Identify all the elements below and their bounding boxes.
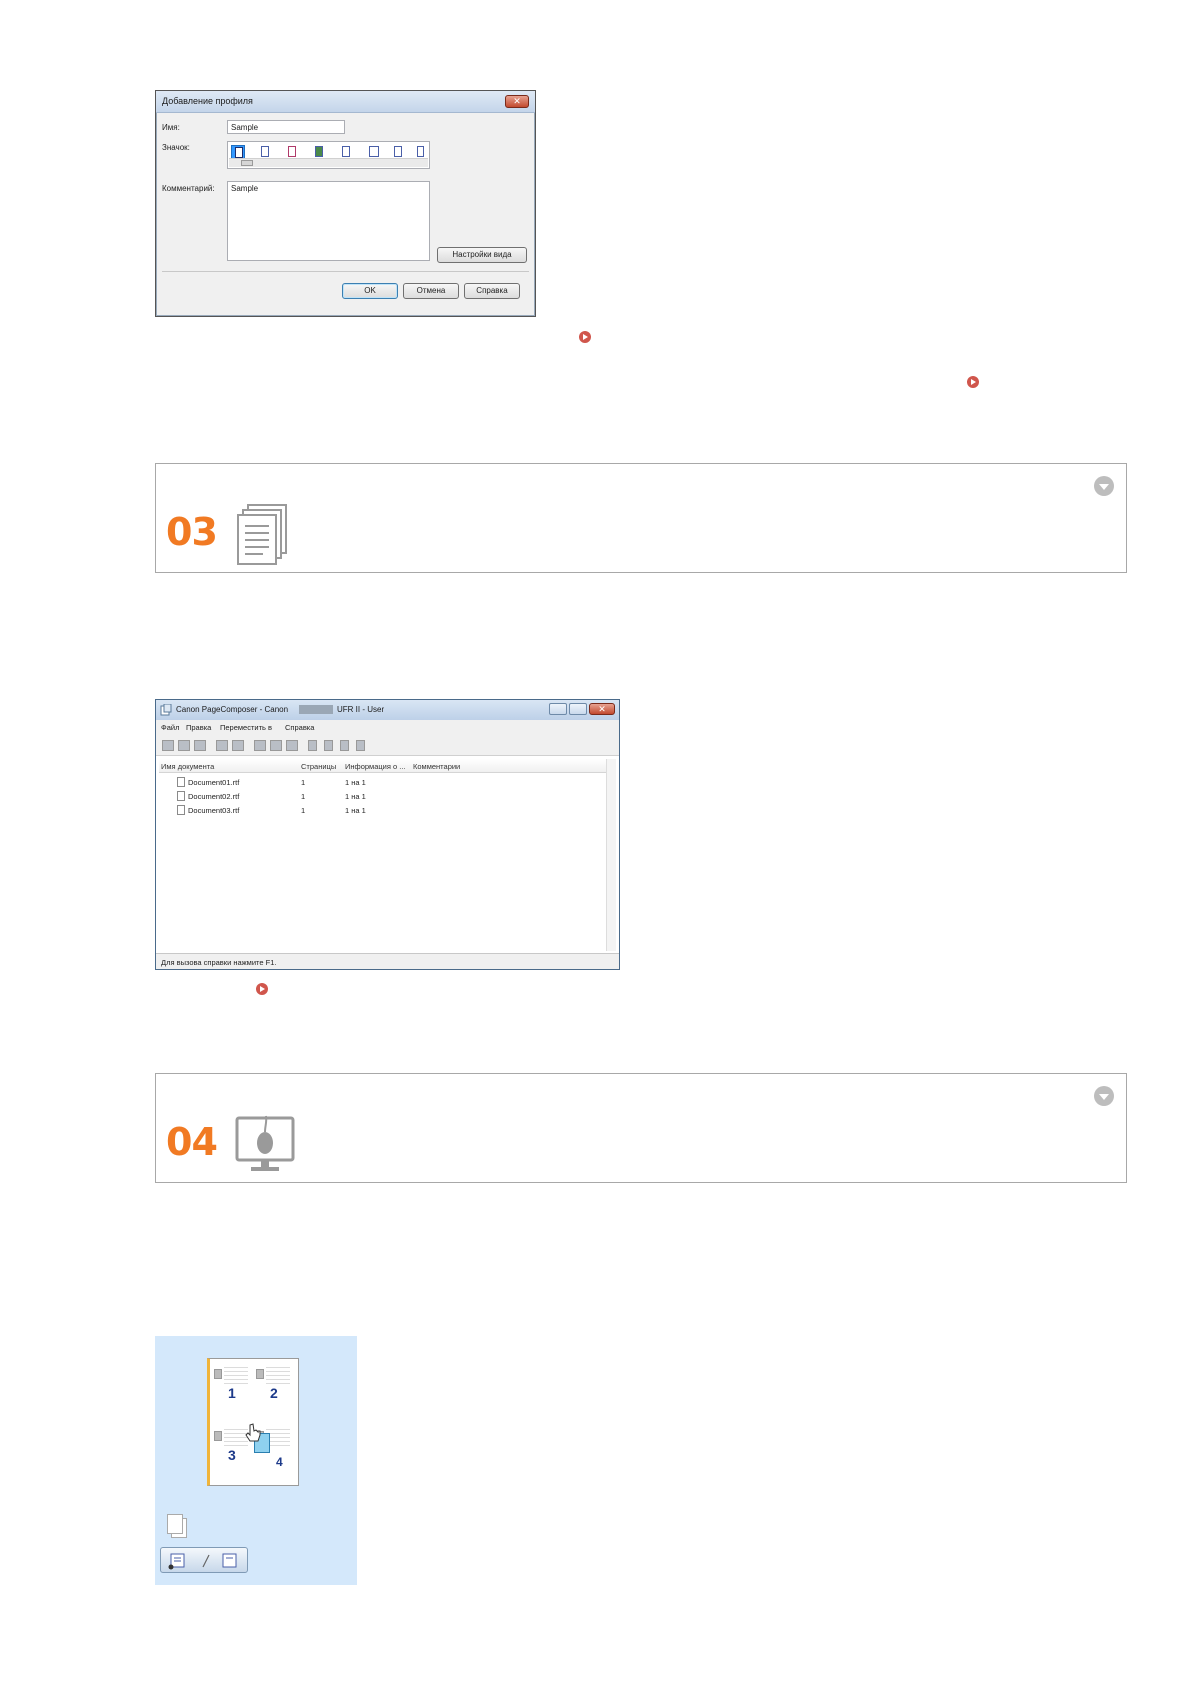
name-input[interactable]: Sample [227,120,345,134]
doc-name: Document02.rtf [188,792,240,801]
profile-icon-2[interactable] [258,145,272,159]
view-settings-button[interactable]: Настройки вида [437,247,527,263]
layout-preview-panel: 1 2 3 4 [155,1336,357,1585]
document-icon [177,805,185,815]
help-button[interactable]: Справка [464,283,520,299]
column-header[interactable]: Имя документа [161,762,214,771]
page-order-toggle-button[interactable] [160,1547,248,1573]
split-icon[interactable] [270,740,282,751]
icon-label: Значок: [162,143,190,152]
add-profile-dialog: Добавление профиля ✕ Имя: Sample Значок:… [155,90,536,317]
doc-info: 1 на 1 [345,778,366,787]
hand-cursor-icon [245,1423,261,1442]
maximize-button[interactable] [569,703,587,715]
move-bottom-icon[interactable] [356,740,365,751]
divider [162,271,529,272]
profile-icon-8[interactable] [415,145,427,159]
table-row[interactable]: Document03.rtf 1 1 на 1 [159,804,616,817]
link-arrow-icon[interactable] [579,331,591,343]
profile-icon-1[interactable] [231,145,245,159]
doc-info: 1 на 1 [345,792,366,801]
list-header: Имя документа Страницы Информация о ... … [159,759,616,773]
copy-icon[interactable] [232,740,244,751]
combine-icon[interactable] [254,740,266,751]
delete-icon[interactable] [216,740,228,751]
page-number: 3 [228,1447,236,1463]
page-number: 4 [276,1455,283,1469]
menu-bar: Файл Правка Переместить в Справка [156,720,619,734]
column-header[interactable]: Страницы [301,762,336,771]
menu-edit[interactable]: Правка [186,723,211,732]
status-bar: Для вызова справки нажмите F1. [156,953,619,969]
profile-icon-6[interactable] [366,145,380,159]
doc-pages: 1 [301,792,306,801]
doc-name: Document03.rtf [188,806,240,815]
link-arrow-icon[interactable] [967,376,979,388]
status-text: Для вызова справки нажмите F1. [161,958,277,967]
doc-pages: 1 [301,778,306,787]
name-label: Имя: [162,123,180,132]
toolbar [156,734,619,756]
profile-icon-5[interactable] [339,145,353,159]
table-row[interactable]: Document01.rtf 1 1 на 1 [159,776,616,789]
collapse-icon[interactable] [1094,1086,1114,1106]
step-number: 03 [166,510,218,554]
doc-pages: 1 [301,806,306,815]
link-arrow-icon[interactable] [256,983,268,995]
settings-icon[interactable] [194,740,206,751]
dialog-titlebar: Добавление профиля ✕ [156,91,535,113]
doc-info: 1 на 1 [345,806,366,815]
menu-file[interactable]: Файл [161,723,179,732]
collapse-icon[interactable] [1094,476,1114,496]
preview-icon[interactable] [178,740,190,751]
menu-move-to[interactable]: Переместить в [220,723,272,732]
move-down-icon[interactable] [340,740,349,751]
page-number: 2 [270,1385,278,1401]
window-titlebar: Canon PageComposer - Canon UFR II - User… [156,700,619,720]
print-icon[interactable] [162,740,174,751]
profile-icon-3[interactable] [285,145,299,159]
step-box-04[interactable]: 04 [155,1073,1127,1183]
page-number: 1 [228,1385,236,1401]
document-icon [177,791,185,801]
close-button[interactable]: ✕ [505,95,529,108]
profile-icon-4[interactable] [312,145,326,159]
page-cell: 1 [214,1363,250,1419]
comment-textarea[interactable]: Sample [227,181,430,261]
menu-help[interactable]: Справка [285,723,314,732]
icon-picker[interactable] [227,141,430,169]
export-icon[interactable] [286,740,298,751]
document-icon [177,777,185,787]
redacted-model [299,705,333,714]
step-box-03[interactable]: 03 [155,463,1127,573]
close-button[interactable]: ✕ [589,703,615,715]
window-title: Canon PageComposer - Canon [176,705,289,714]
doc-name: Document01.rtf [188,778,240,787]
profile-icon-7[interactable] [391,145,405,159]
page-composer-window: Canon PageComposer - Canon UFR II - User… [155,699,620,970]
ok-button[interactable]: OK [342,283,398,299]
step-number: 04 [166,1120,218,1164]
table-row[interactable]: Document02.rtf 1 1 на 1 [159,790,616,803]
page-cell: 2 [256,1363,292,1419]
page-order-icon [168,1553,237,1570]
column-header[interactable]: Комментарии [413,762,460,771]
comment-label: Комментарий: [162,184,215,193]
document-stack-icon [237,504,287,565]
column-header[interactable]: Информация о ... [345,762,406,771]
icon-scrollbar[interactable] [229,158,428,167]
move-top-icon[interactable] [308,740,317,751]
move-up-icon[interactable] [324,740,333,751]
vertical-scrollbar[interactable] [606,759,616,951]
monitor-mouse-icon [235,1115,295,1171]
dialog-title: Добавление профиля [162,96,253,106]
window-title-suffix: UFR II - User [337,705,385,714]
app-icon [160,704,172,716]
cancel-button[interactable]: Отмена [403,283,459,299]
minimize-button[interactable] [549,703,567,715]
page-sheet: 1 2 3 4 [207,1358,299,1486]
page-stack-icon [167,1514,183,1534]
